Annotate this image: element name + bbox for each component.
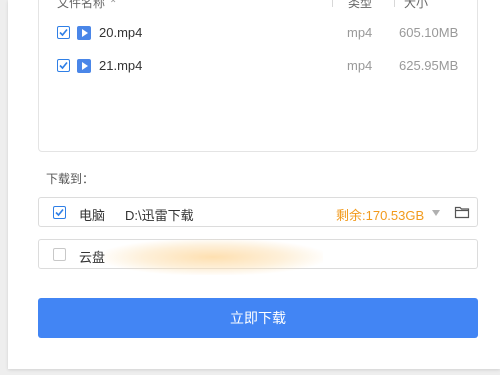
pc-checkbox[interactable] xyxy=(53,206,66,219)
file-checkbox[interactable] xyxy=(57,59,70,72)
sort-chevron-icon: ⌃ xyxy=(109,0,118,10)
file-type: mp4 xyxy=(347,25,373,40)
folder-icon[interactable] xyxy=(454,205,470,222)
file-row[interactable]: 21.mp4 mp4 625.95MB xyxy=(39,56,477,76)
column-header-type[interactable]: 类型 xyxy=(348,0,372,11)
download-path: D:\迅雷下载 xyxy=(125,208,194,223)
column-header-name[interactable]: 文件名称 ⌃ xyxy=(57,0,117,13)
destination-cloud-label: 云盘 xyxy=(79,250,106,265)
video-file-icon xyxy=(77,26,91,40)
destination-pc[interactable]: 电脑 D:\迅雷下载 剩余:170.53GB xyxy=(38,197,478,227)
file-name: 21.mp4 xyxy=(99,58,143,73)
file-size: 605.10MB xyxy=(399,25,459,40)
file-list-header: 文件名称 ⌃ 类型 大小 xyxy=(39,0,477,13)
file-size: 625.95MB xyxy=(399,58,459,73)
cloud-checkbox[interactable] xyxy=(53,248,66,261)
column-divider xyxy=(394,0,395,7)
destination-pc-label: 电脑 xyxy=(79,208,106,223)
file-type: mp4 xyxy=(347,58,373,73)
free-space: 剩余:170.53GB xyxy=(336,208,425,223)
column-header-size[interactable]: 大小 xyxy=(404,0,428,11)
file-row[interactable]: 20.mp4 mp4 605.10MB xyxy=(39,23,477,43)
download-to-label: 下载到： xyxy=(46,172,95,186)
file-list-panel: 文件名称 ⌃ 类型 大小 20.mp4 mp4 605.10MB 21.mp4 m… xyxy=(38,0,478,152)
download-now-button[interactable]: 立即下载 xyxy=(38,298,478,338)
video-file-icon xyxy=(77,59,91,73)
column-divider xyxy=(332,0,333,7)
download-dialog: 文件名称 ⌃ 类型 大小 20.mp4 mp4 605.10MB 21.mp4 m… xyxy=(8,0,500,369)
file-name: 20.mp4 xyxy=(99,25,143,40)
column-header-name-label: 文件名称 xyxy=(57,0,106,10)
chevron-down-icon[interactable] xyxy=(432,210,440,216)
file-checkbox[interactable] xyxy=(57,26,70,39)
redacted-overlay xyxy=(103,239,323,275)
